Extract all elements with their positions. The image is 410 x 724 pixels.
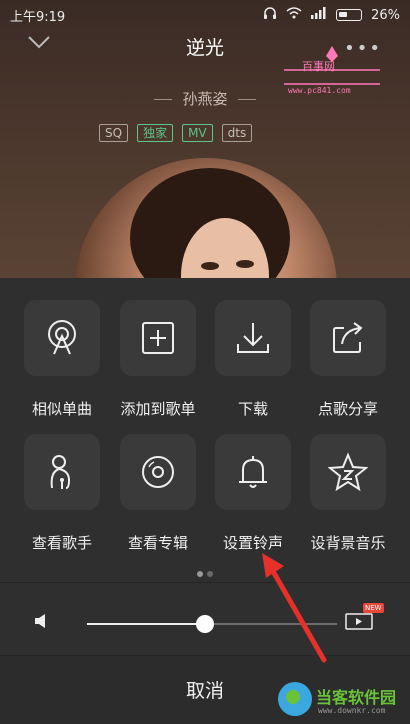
volume-thumb[interactable] <box>195 615 214 633</box>
battery-percent: 26% <box>371 7 400 23</box>
singer-icon[interactable] <box>24 434 100 510</box>
action-label: 点歌分享 <box>317 400 378 418</box>
volume-slider[interactable] <box>87 615 337 633</box>
status-time: 上午9:19 <box>10 9 66 25</box>
bell-icon[interactable] <box>215 434 291 510</box>
action-set-background-music[interactable]: 设背景音乐 <box>298 434 398 553</box>
action-label: 查看专辑 <box>127 534 188 552</box>
status-bar: 上午9:19 26% <box>0 0 410 30</box>
action-download[interactable]: 下载 <box>203 300 303 419</box>
speaker-icon <box>34 613 48 633</box>
quality-tags: SQ 独家 MV dts <box>99 124 253 142</box>
action-similar-songs[interactable]: 相似单曲 <box>12 300 112 419</box>
add-square-icon[interactable] <box>120 300 196 376</box>
page-dot <box>197 571 203 577</box>
artist-name[interactable]: 孙燕姿 <box>182 90 227 108</box>
video-button[interactable]: NEW <box>345 603 384 633</box>
tag-mv[interactable]: MV <box>182 124 213 142</box>
watermark-brand: 百事网 <box>302 60 335 73</box>
action-label: 相似单曲 <box>31 400 92 418</box>
watermark-url: www.downkr.com <box>318 706 386 715</box>
volume-row: NEW <box>0 583 410 655</box>
action-label: 下载 <box>237 400 268 418</box>
player-background: 上午9:19 26% 逆光 ••• 百事网 www.pc841.com 孙燕姿 <box>0 0 410 278</box>
headphones-icon <box>263 6 277 24</box>
action-view-singer[interactable]: 查看歌手 <box>12 434 112 553</box>
watermark-logo-icon <box>278 682 312 716</box>
star-badge-icon[interactable] <box>310 434 386 510</box>
watermark-title: 当客软件园 <box>316 688 397 707</box>
action-share[interactable]: 点歌分享 <box>298 300 398 419</box>
tag-sq: SQ <box>99 124 129 142</box>
volume-fill <box>87 623 205 625</box>
action-label: 设背景音乐 <box>310 534 386 552</box>
wifi-icon <box>286 7 302 23</box>
album-disc-icon[interactable] <box>120 434 196 510</box>
action-set-ringtone[interactable]: 设置铃声 <box>203 434 303 553</box>
share-icon[interactable] <box>310 300 386 376</box>
action-add-to-playlist[interactable]: 添加到歌单 <box>108 300 208 419</box>
battery-icon <box>336 9 363 21</box>
artist-row: 孙燕姿 <box>0 88 410 109</box>
action-sheet: 相似单曲 添加到歌单 下载 点歌分享 查看歌手 查看专辑 设置铃声 设背景音乐 … <box>0 278 410 724</box>
watermark-logo-bottom: 当客软件园 www.downkr.com <box>278 678 408 722</box>
similar-icon[interactable] <box>24 300 100 376</box>
download-icon[interactable] <box>215 300 291 376</box>
album-art <box>75 158 337 278</box>
new-badge: NEW <box>363 603 384 613</box>
action-label: 设置铃声 <box>222 534 283 552</box>
action-label: 添加到歌单 <box>120 400 196 418</box>
action-label: 查看歌手 <box>31 534 92 552</box>
tag-dts: dts <box>221 124 253 142</box>
signal-icon <box>311 7 327 23</box>
tag-exclusive: 独家 <box>137 124 174 142</box>
page-indicator <box>0 562 410 581</box>
page-dot <box>207 571 213 577</box>
action-view-album[interactable]: 查看专辑 <box>108 434 208 553</box>
